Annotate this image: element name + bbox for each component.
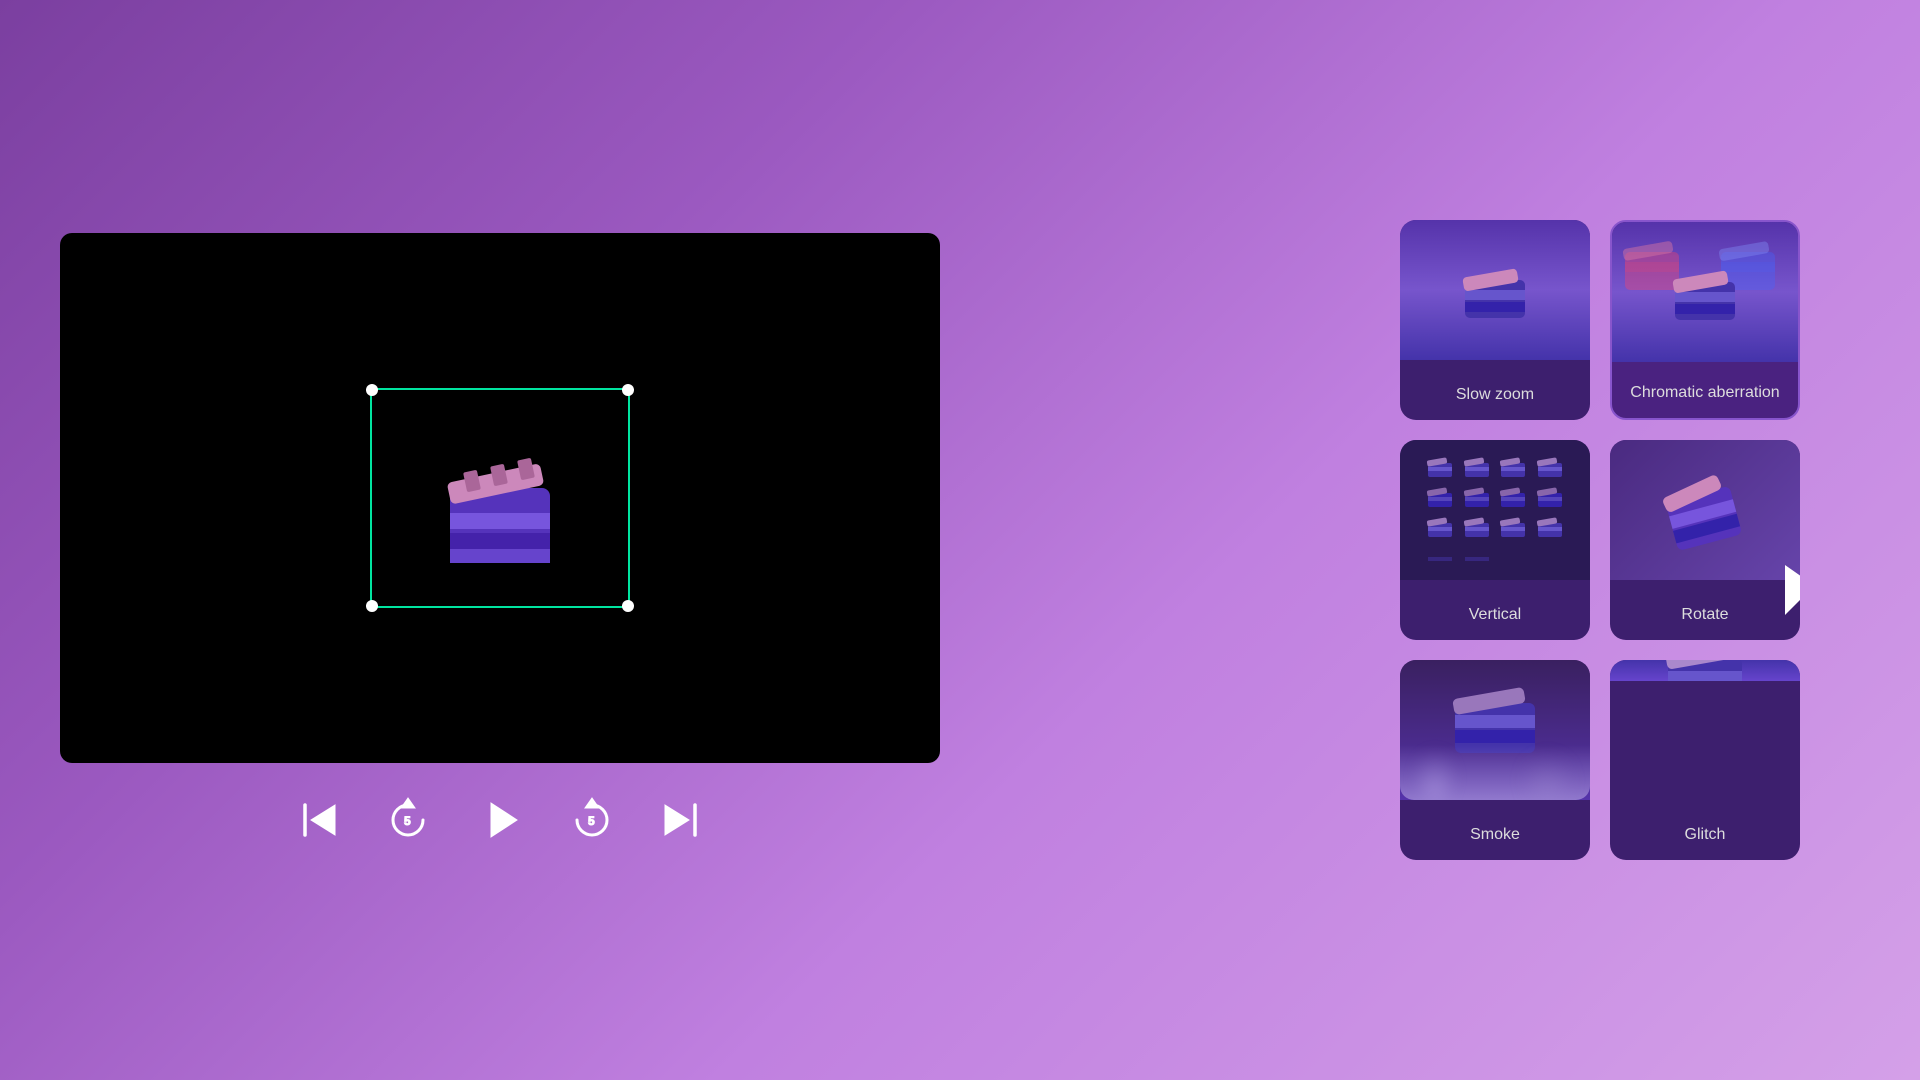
grid-item xyxy=(1425,515,1456,539)
effects-row-3: Smoke xyxy=(1400,660,1800,860)
video-frame xyxy=(60,233,940,763)
grid-item xyxy=(1462,455,1493,479)
effects-panel: Slow zoom xyxy=(1400,220,1800,860)
smoke-thumbnail xyxy=(1400,660,1590,800)
selection-box xyxy=(370,388,630,608)
chromatic-label: Chromatic aberration xyxy=(1630,384,1779,402)
effect-card-slow-zoom[interactable]: Slow zoom xyxy=(1400,220,1590,420)
grid-item xyxy=(1535,455,1566,479)
effect-card-rotate[interactable]: Rotate xyxy=(1610,440,1800,640)
effect-card-glitch[interactable]: Glitch xyxy=(1610,660,1800,860)
controls-bar: 5 5 xyxy=(297,793,703,847)
slow-zoom-label: Slow zoom xyxy=(1456,386,1534,404)
forward5-button[interactable]: 5 xyxy=(567,795,617,845)
effects-row-2: Vertical Rotate xyxy=(1400,440,1800,640)
vertical-grid xyxy=(1415,445,1575,575)
smoke-label: Smoke xyxy=(1470,826,1520,844)
grid-item xyxy=(1535,515,1566,539)
rotate-label: Rotate xyxy=(1681,606,1728,624)
svg-text:5: 5 xyxy=(588,814,595,828)
chromatic-thumbnail xyxy=(1612,222,1798,362)
grid-item xyxy=(1425,545,1456,569)
grid-item xyxy=(1535,545,1566,569)
glitch-thumbnail xyxy=(1610,660,1800,681)
grid-item xyxy=(1462,515,1493,539)
grid-item xyxy=(1535,485,1566,509)
replay5-button[interactable]: 5 xyxy=(383,795,433,845)
play-button[interactable] xyxy=(473,793,527,847)
effect-card-vertical[interactable]: Vertical xyxy=(1400,440,1590,640)
vertical-label: Vertical xyxy=(1469,606,1521,624)
player-area: 5 5 xyxy=(60,233,940,847)
rotate-thumbnail xyxy=(1610,440,1800,580)
handle-br[interactable] xyxy=(622,600,634,612)
skip-forward-button[interactable] xyxy=(657,797,703,843)
grid-item xyxy=(1462,545,1493,569)
grid-item xyxy=(1498,515,1529,539)
grid-item xyxy=(1462,485,1493,509)
effect-card-smoke[interactable]: Smoke xyxy=(1400,660,1590,860)
grid-item xyxy=(1498,485,1529,509)
grid-item xyxy=(1498,545,1529,569)
handle-tr[interactable] xyxy=(622,384,634,396)
grid-item xyxy=(1498,455,1529,479)
svg-text:5: 5 xyxy=(404,814,411,828)
vertical-thumbnail xyxy=(1400,440,1590,580)
handle-tl[interactable] xyxy=(366,384,378,396)
handle-bl[interactable] xyxy=(366,600,378,612)
grid-item xyxy=(1425,455,1456,479)
effects-row-1: Slow zoom xyxy=(1400,220,1800,420)
main-container: 5 5 xyxy=(0,0,1920,1080)
effect-card-chromatic-aberration[interactable]: Chromatic aberration xyxy=(1610,220,1800,420)
slow-zoom-thumbnail xyxy=(1400,220,1590,360)
skip-back-button[interactable] xyxy=(297,797,343,843)
grid-item xyxy=(1425,485,1456,509)
glitch-label: Glitch xyxy=(1685,826,1726,844)
